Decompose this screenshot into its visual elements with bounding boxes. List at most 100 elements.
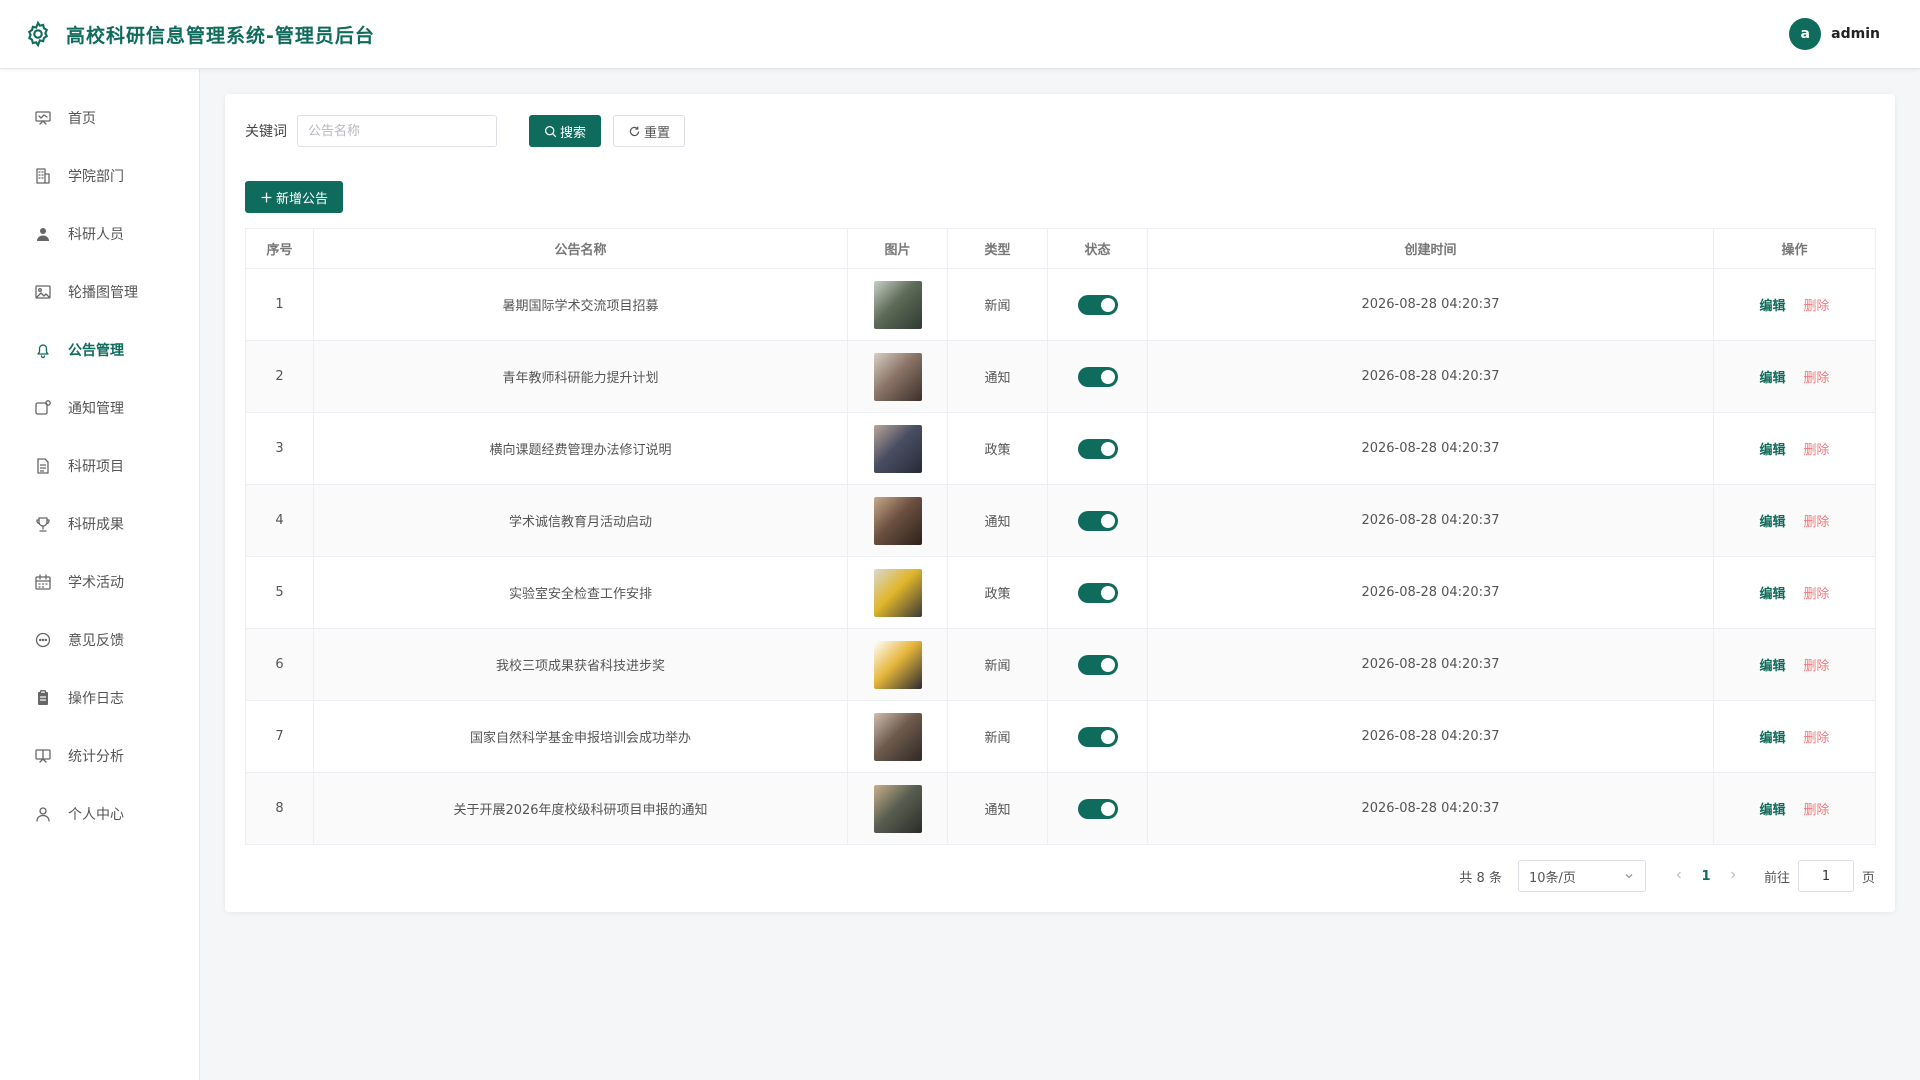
table-row: 3 横向课题经费管理办法修订说明 政策 2026-08-28 04:20:37 编辑 删除: [245, 412, 1876, 485]
trophy-icon: [34, 515, 52, 533]
column-header: 类型: [947, 228, 1048, 269]
add-button-label: 新增公告: [276, 191, 329, 207]
edit-link[interactable]: 编辑: [1759, 803, 1785, 818]
column-header: 图片: [847, 228, 948, 269]
sidebar-item-10[interactable]: 操作日志: [0, 669, 199, 727]
status-toggle[interactable]: [1077, 726, 1118, 747]
sidebar-item-11[interactable]: 统计分析: [0, 727, 199, 785]
username[interactable]: admin: [1831, 26, 1880, 42]
chevron-down-icon: [1625, 874, 1633, 879]
page-size-select[interactable]: 10条/页: [1517, 860, 1646, 892]
status-toggle[interactable]: [1077, 798, 1118, 819]
sidebar-item-label: 统计分析: [68, 749, 124, 765]
announcement-thumbnail[interactable]: [873, 568, 922, 617]
edit-link[interactable]: 编辑: [1759, 443, 1785, 458]
document-icon: [34, 457, 52, 475]
announcement-thumbnail[interactable]: [873, 280, 922, 329]
table-row: 7 国家自然科学基金申报培训会成功举办 新闻 2026-08-28 04:20:37 编…: [245, 700, 1876, 773]
delete-link[interactable]: 删除: [1804, 299, 1830, 314]
goto-page-input[interactable]: [1797, 860, 1854, 892]
sidebar-item-3[interactable]: 轮播图管理: [0, 263, 199, 321]
status-toggle[interactable]: [1077, 510, 1118, 531]
sidebar-item-label: 公告管理: [68, 343, 124, 359]
delete-link[interactable]: 删除: [1804, 587, 1830, 602]
next-page-button[interactable]: [1722, 869, 1744, 884]
delete-link[interactable]: 删除: [1804, 371, 1830, 386]
status-cell: [1047, 628, 1148, 701]
status-cell: [1047, 412, 1148, 485]
status-toggle[interactable]: [1077, 294, 1118, 315]
status-toggle[interactable]: [1077, 438, 1118, 459]
created-time: 2026-08-28 04:20:37: [1147, 484, 1714, 557]
add-announcement-button[interactable]: 新增公告: [245, 181, 344, 213]
status-cell: [1047, 772, 1148, 845]
delete-link[interactable]: 删除: [1804, 803, 1830, 818]
announcement-thumbnail[interactable]: [873, 424, 922, 473]
person-icon: [34, 805, 52, 823]
sidebar-item-4[interactable]: 公告管理: [0, 321, 199, 379]
delete-link[interactable]: 删除: [1804, 659, 1830, 674]
announcement-thumbnail[interactable]: [873, 784, 922, 833]
table-row: 2 青年教师科研能力提升计划 通知 2026-08-28 04:20:37 编辑 删除: [245, 340, 1876, 413]
column-header: 序号: [245, 228, 314, 269]
column-header: 状态: [1047, 228, 1148, 269]
announcement-thumbnail[interactable]: [873, 640, 922, 689]
announcement-thumbnail[interactable]: [873, 496, 922, 545]
sidebar-item-12[interactable]: 个人中心: [0, 785, 199, 843]
sidebar-item-9[interactable]: 意见反馈: [0, 611, 199, 669]
announcement-title: 青年教师科研能力提升计划: [313, 340, 848, 413]
row-number: 8: [245, 772, 314, 845]
sidebar-item-5[interactable]: 通知管理: [0, 379, 199, 437]
presentation-icon: [34, 109, 52, 127]
sidebar-item-0[interactable]: 首页: [0, 89, 199, 147]
row-number: 1: [245, 268, 314, 341]
gear-icon: [27, 20, 49, 48]
pagination: 共 8 条 10条/页 1 前往 页: [1459, 860, 1875, 892]
status-toggle[interactable]: [1077, 366, 1118, 387]
announcement-thumbnail[interactable]: [873, 712, 922, 761]
edit-link[interactable]: 编辑: [1759, 731, 1785, 746]
sidebar-item-7[interactable]: 科研成果: [0, 495, 199, 553]
sidebar-item-label: 学院部门: [68, 169, 124, 185]
search-button[interactable]: 搜索: [529, 115, 602, 147]
row-number: 6: [245, 628, 314, 701]
reset-button[interactable]: 重置: [613, 115, 686, 147]
status-toggle[interactable]: [1077, 654, 1118, 675]
edit-link[interactable]: 编辑: [1759, 299, 1785, 314]
image-cell: [847, 484, 948, 557]
chevron-right-icon: [1731, 871, 1736, 878]
sidebar-item-label: 轮播图管理: [68, 285, 138, 301]
delete-link[interactable]: 删除: [1804, 443, 1830, 458]
operation-cell: 编辑 删除: [1713, 484, 1876, 557]
announcement-type: 政策: [947, 412, 1048, 485]
prev-page-button[interactable]: [1668, 869, 1690, 884]
delete-link[interactable]: 删除: [1804, 731, 1830, 746]
avatar[interactable]: a: [1789, 18, 1822, 50]
sidebar-menu: 首页学院部门科研人员轮播图管理公告管理通知管理科研项目科研成果 学术活动 意见反馈操…: [0, 69, 199, 843]
clipboard-icon: [34, 689, 52, 707]
announcement-thumbnail[interactable]: [873, 352, 922, 401]
sidebar-item-label: 个人中心: [68, 807, 124, 823]
search-input[interactable]: [297, 115, 497, 147]
edit-link[interactable]: 编辑: [1759, 587, 1785, 602]
status-toggle[interactable]: [1077, 582, 1118, 603]
keyword-label: 关键词: [245, 124, 287, 140]
user-menu[interactable]: a admin: [1789, 18, 1880, 50]
table-row: 6 我校三项成果获省科技进步奖 新闻 2026-08-28 04:20:37 编辑 删除: [245, 628, 1876, 701]
sidebar-item-label: 科研人员: [68, 227, 124, 243]
chevron-left-icon: [1676, 871, 1681, 878]
operation-cell: 编辑 删除: [1713, 772, 1876, 845]
sidebar-item-label: 科研项目: [68, 459, 124, 475]
sidebar-item-8[interactable]: 学术活动: [0, 553, 199, 611]
sidebar-item-6[interactable]: 科研项目: [0, 437, 199, 495]
edit-link[interactable]: 编辑: [1759, 659, 1785, 674]
edit-link[interactable]: 编辑: [1759, 371, 1785, 386]
delete-link[interactable]: 删除: [1804, 515, 1830, 530]
created-time: 2026-08-28 04:20:37: [1147, 628, 1714, 701]
created-time: 2026-08-28 04:20:37: [1147, 772, 1714, 845]
page-number-current[interactable]: 1: [1690, 869, 1722, 884]
edit-link[interactable]: 编辑: [1759, 515, 1785, 530]
sidebar-item-2[interactable]: 科研人员: [0, 205, 199, 263]
status-cell: [1047, 556, 1148, 629]
sidebar-item-1[interactable]: 学院部门: [0, 147, 199, 205]
